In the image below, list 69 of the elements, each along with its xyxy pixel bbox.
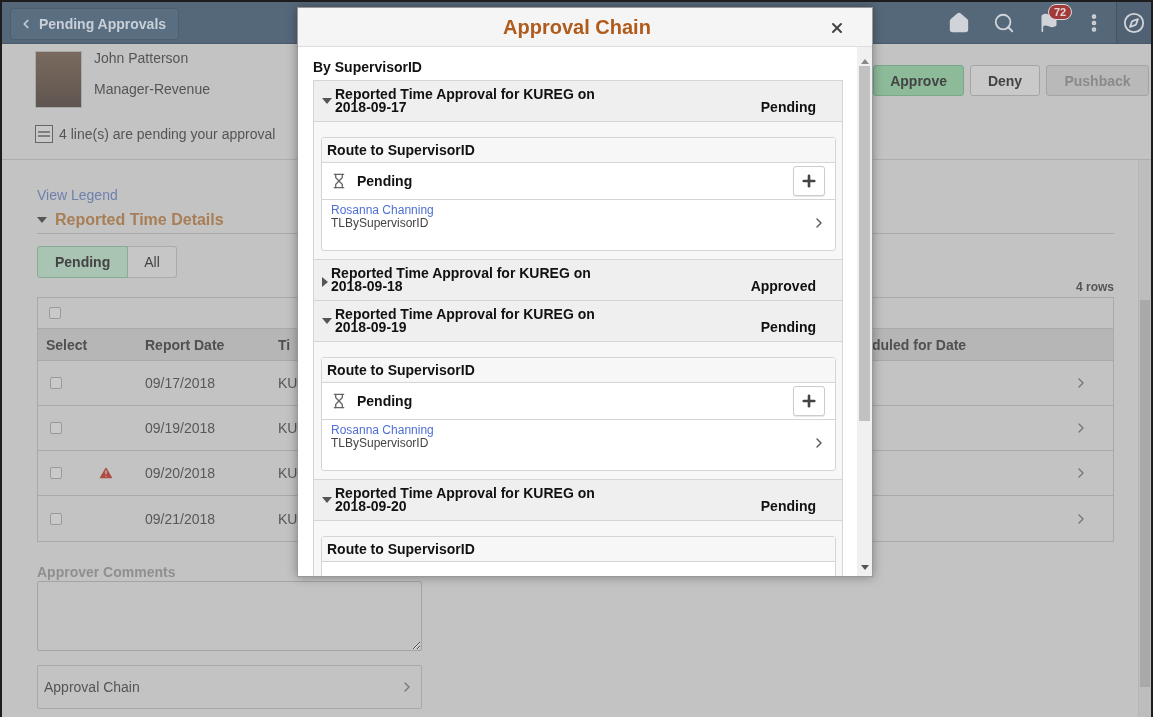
- column-header: duled for Date: [871, 336, 968, 353]
- row-checkbox[interactable]: [50, 512, 62, 525]
- group-title: Reported Time Approval for KUREG on 2018-09-18: [331, 267, 592, 293]
- add-button[interactable]: [793, 386, 825, 416]
- plus-icon: [800, 172, 818, 190]
- group-status: Pending: [760, 320, 816, 334]
- notification-badge: 72: [1048, 3, 1073, 20]
- approval-group-header[interactable]: Reported Time Approval for KUREG on 2018-09-20 Pending: [314, 480, 842, 521]
- row-checkbox[interactable]: [50, 422, 62, 434]
- deny-button[interactable]: Deny: [970, 65, 1040, 96]
- scrollbar[interactable]: [1138, 160, 1151, 717]
- table-cell: 09/21/2018: [145, 510, 216, 527]
- scrollbar-thumb[interactable]: [1140, 300, 1150, 687]
- back-button[interactable]: Pending Approvals: [10, 7, 180, 40]
- step-status: Pending: [357, 173, 413, 189]
- approval-group-header[interactable]: Reported Time Approval for KUREG on 2018-09-18 Approved: [314, 260, 842, 301]
- plus-icon: [800, 392, 818, 410]
- table-cell: KU: [278, 465, 298, 481]
- row-checkbox[interactable]: [50, 467, 62, 479]
- home-icon[interactable]: [947, 11, 970, 34]
- group-title: Reported Time Approval for KUREG on 2018-09-17: [335, 88, 596, 114]
- filter-tab[interactable]: All: [128, 246, 177, 278]
- table-cell: 09/20/2018: [145, 465, 216, 481]
- photo-placeholder: [35, 51, 82, 108]
- table-cell: 09/19/2018: [145, 420, 216, 436]
- column-header: Ti: [277, 336, 292, 353]
- table-cell: KU: [278, 420, 298, 436]
- list-icon: [35, 125, 53, 143]
- employee-title: Manager-Revenue: [94, 81, 210, 97]
- approval-chain-link[interactable]: Approval Chain: [37, 665, 422, 709]
- group-title: Reported Time Approval for KUREG on 2018-09-19: [335, 308, 596, 334]
- approver-role: TLBySupervisorID: [331, 217, 429, 230]
- approver-role: TLBySupervisorID: [331, 437, 429, 450]
- hourglass-icon: [331, 393, 347, 409]
- dialog-scrollbar[interactable]: [857, 47, 872, 576]
- group-title: Reported Time Approval for KUREG on 2018-09-20: [335, 487, 596, 513]
- pending-note: 4 line(s) are pending your approval: [59, 126, 276, 142]
- select-all-checkbox[interactable]: [49, 307, 61, 319]
- row-checkbox[interactable]: [50, 377, 62, 389]
- column-header: Report Date: [144, 336, 226, 353]
- approval-group-header[interactable]: Reported Time Approval for KUREG on 2018-09-17 Pending: [314, 81, 842, 122]
- route-title: Route to SupervisorID: [322, 358, 835, 383]
- row-count: 4 rows: [1076, 280, 1114, 294]
- dialog-title: Approval Chain: [503, 15, 651, 39]
- add-button[interactable]: [793, 166, 825, 196]
- step-status: Pending: [357, 393, 413, 409]
- dialog-scrollbar-thumb[interactable]: [859, 66, 870, 421]
- table-cell: KU: [278, 510, 298, 527]
- route-title: Route to SupervisorID: [322, 138, 835, 163]
- approve-button[interactable]: Approve: [873, 65, 964, 96]
- approval-group-header[interactable]: Reported Time Approval for KUREG on 2018-09-19 Pending: [314, 301, 842, 342]
- approver-link[interactable]: Rosanna Channing: [331, 204, 434, 217]
- route-title: Route to SupervisorID: [322, 537, 835, 562]
- employee-name: John Patterson: [94, 50, 190, 66]
- table-cell: 09/17/2018: [145, 375, 216, 391]
- table-cell: KU: [278, 375, 298, 391]
- column-header: Select: [45, 336, 89, 353]
- comments-field[interactable]: [37, 581, 422, 651]
- filter-tab[interactable]: Pending: [37, 246, 129, 278]
- group-status: Approved: [750, 279, 816, 293]
- approver-link[interactable]: Rosanna Channing: [331, 424, 434, 437]
- hourglass-icon: [331, 173, 347, 189]
- search-icon[interactable]: [992, 11, 1015, 34]
- group-status: Pending: [760, 499, 816, 513]
- caret-icon[interactable]: [37, 217, 47, 223]
- close-icon: [829, 20, 845, 36]
- group-status: Pending: [760, 100, 816, 114]
- dialog-subtitle: By SupervisorID: [313, 59, 423, 75]
- compass-icon[interactable]: [1123, 11, 1145, 34]
